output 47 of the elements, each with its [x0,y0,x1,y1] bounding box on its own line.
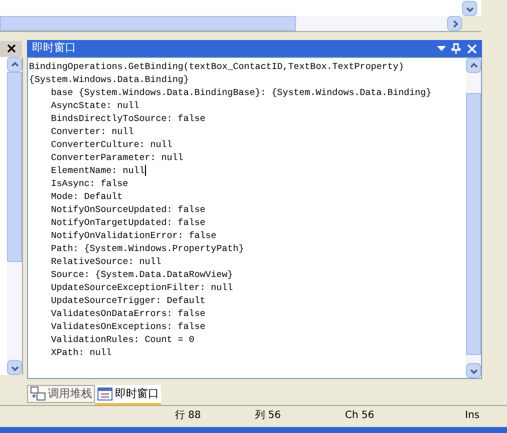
output-line: NotifyOnValidationError: false [51,228,216,242]
output-line: NotifyOnTargetUpdated: false [51,216,206,230]
output-line: Path: {System.Windows.PropertyPath} [51,242,244,256]
scrollbar-thumb[interactable] [7,72,22,262]
output-line: ConverterParameter: null [51,150,184,164]
status-text: Ch 56 [345,409,376,423]
panel-tab[interactable]: 即时窗口 [95,385,161,405]
status-text: 列 56 [255,409,282,423]
output-line: ValidatesOnDataErrors: false [51,306,206,320]
output-line: XPath: null [51,346,112,360]
scrollbar-thumb[interactable] [0,16,296,31]
pin-icon[interactable] [451,43,461,54]
scroll-right-button[interactable] [447,16,462,31]
dropdown-icon[interactable] [437,46,446,52]
scrollbar-corner [462,16,481,31]
output-line: UpdateSourceTrigger: Default [51,294,206,308]
output-line: Converter: null [51,124,134,138]
output-line: ElementName: null [51,164,145,178]
scrollbar-thumb[interactable] [466,93,481,355]
output-line: RelativeSource: null [51,254,162,268]
output-line: BindsDirectlyToSource: false [51,112,206,126]
close-button[interactable] [0,40,22,56]
output-line: IsAsync: false [51,176,128,190]
stack-icon [30,386,46,402]
output-line: Mode: Default [51,190,123,204]
close-icon[interactable] [467,44,477,54]
output-line: ValidatesOnExceptions: false [51,320,206,334]
scroll-down-button[interactable] [7,360,22,375]
scroll-up-button[interactable] [7,57,22,72]
output-line: ConverterCulture: null [51,138,172,152]
output-line: {System.Windows.Data.Binding} [29,72,189,86]
panel-tab[interactable]: 调用堆栈 [27,385,95,403]
close-icon [6,44,16,53]
output-line: base {System.Windows.Data.BindingBase}: {System.Windows.Data.Binding} [51,86,432,100]
window-title: 即时窗口 [32,40,77,56]
output-line: NotifyOnSourceUpdated: false [51,202,206,216]
output-line: ValidationRules: Count = 0 [51,332,194,346]
output-line: UpdateSourceExceptionFilter: null [51,280,233,294]
status-text: 行 88 [175,409,202,423]
scroll-down-button[interactable] [466,363,481,378]
window-icon [97,387,113,401]
output-line: BindingOperations.GetBinding(textBox_ContactID,TextBox.TextProperty) [29,60,404,74]
status-text: Ins [465,409,480,423]
output-line: AsyncState: null [51,98,140,112]
scroll-down-button[interactable] [462,1,477,16]
output-line: Source: {System.Data.DataRowView} [51,268,233,282]
scroll-up-button[interactable] [466,58,481,73]
